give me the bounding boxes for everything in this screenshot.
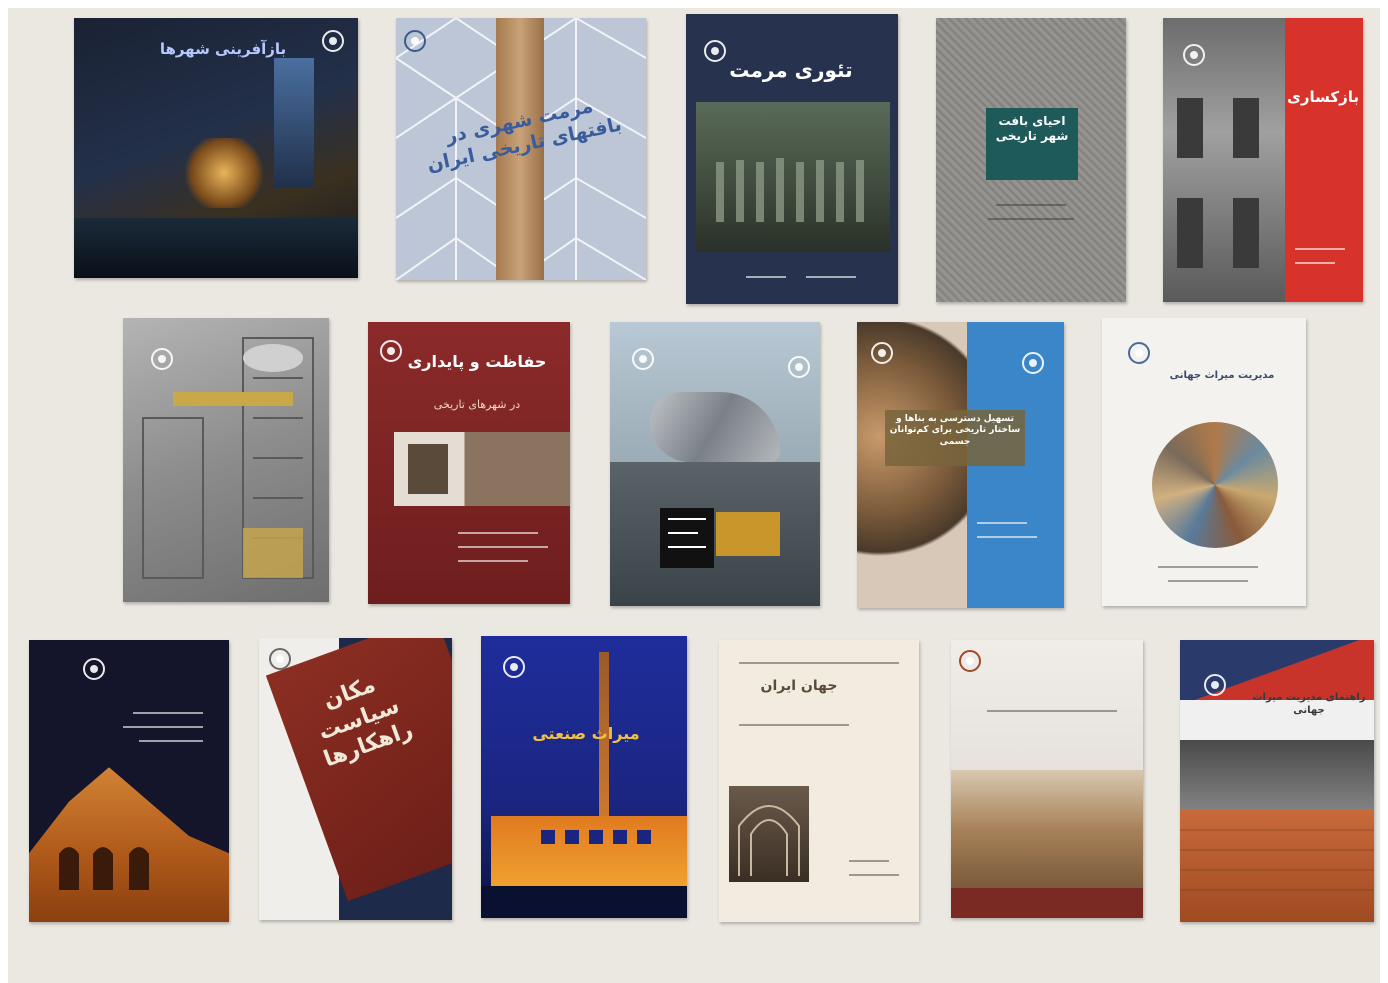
book-title: بازآفرینی شهرها bbox=[159, 40, 287, 58]
book-cover-7: حفاظت و پایداری در شهرهای تاریخی bbox=[368, 322, 570, 604]
tower-image bbox=[274, 58, 314, 188]
book-cover-12: مکان سیاست راهکارها bbox=[259, 638, 452, 920]
book-title: راهنمای مدیریت میراث جهانی bbox=[1252, 692, 1366, 716]
book-cover-13: میراث صنعتی bbox=[481, 636, 687, 918]
author-strip bbox=[243, 528, 303, 578]
book-title: احیای بافت شهر تاریخی bbox=[995, 114, 1069, 143]
title-strip bbox=[173, 392, 293, 406]
university-logo-icon bbox=[380, 340, 402, 362]
night-building-image bbox=[184, 138, 264, 208]
book-cover-3: تئوری مرمت bbox=[686, 14, 898, 304]
university-logo-icon bbox=[269, 648, 291, 670]
arch-windows bbox=[59, 847, 149, 890]
title-block-gold bbox=[716, 512, 780, 556]
bw-wall-image bbox=[1180, 740, 1374, 820]
book-cover-4: احیای بافت شهر تاریخی bbox=[936, 18, 1126, 302]
world-heritage-globe-image bbox=[1152, 422, 1278, 548]
historic-building-image bbox=[1163, 18, 1285, 302]
book-cover-15 bbox=[951, 640, 1143, 918]
book-title: حفاظت و پایداری bbox=[407, 352, 547, 371]
university-logo-icon bbox=[871, 342, 893, 364]
book-cover-11 bbox=[29, 640, 229, 922]
factory-windows bbox=[541, 830, 651, 844]
title-block-dark bbox=[660, 508, 714, 568]
book-cover-16: راهنمای مدیریت میراث جهانی bbox=[1180, 640, 1374, 922]
book-cover-8 bbox=[610, 322, 820, 606]
red-panel: بازکساری bbox=[1285, 18, 1363, 302]
publisher-logo-icon bbox=[1022, 352, 1044, 374]
university-logo-icon bbox=[959, 650, 981, 672]
university-logo-icon bbox=[632, 348, 654, 370]
red-footer-band bbox=[951, 888, 1143, 918]
desert-ruins-image bbox=[951, 770, 1143, 888]
book-cover-10: مدیریت میراث جهانی bbox=[1102, 318, 1306, 606]
arches bbox=[738, 805, 800, 876]
factory-building-image bbox=[491, 816, 687, 886]
book-title: جهان ایران bbox=[760, 678, 838, 694]
book-cover-1: بازآفرینی شهرها bbox=[74, 18, 358, 278]
harbor-image bbox=[74, 218, 358, 278]
stone-relief-image bbox=[696, 102, 890, 252]
fortress-wall-image bbox=[1180, 810, 1374, 922]
university-logo-icon bbox=[1183, 44, 1205, 66]
university-logo-icon bbox=[503, 656, 525, 678]
university-logo-icon bbox=[1128, 342, 1150, 364]
title-panel: تسهیل دسترسی به بناها و ساختار تاریخی بر… bbox=[885, 410, 1025, 466]
arched-corridor-image bbox=[729, 786, 809, 882]
university-logo-icon bbox=[322, 30, 344, 52]
publisher-logo-icon bbox=[788, 356, 810, 378]
university-logo-icon bbox=[1204, 674, 1226, 696]
university-logo-icon bbox=[404, 30, 426, 52]
relief-figures bbox=[716, 158, 864, 222]
university-logo-icon bbox=[151, 348, 173, 370]
book-cover-5: بازکساری bbox=[1163, 18, 1363, 302]
book-subtitle: در شهرهای تاریخی bbox=[433, 398, 521, 411]
book-cover-9: تسهیل دسترسی به بناها و ساختار تاریخی بر… bbox=[857, 322, 1064, 608]
river-image bbox=[610, 462, 820, 606]
book-cover-6 bbox=[123, 318, 329, 602]
university-logo-icon bbox=[83, 658, 105, 680]
book-title: میراث صنعتی bbox=[532, 724, 640, 743]
book-title: تسهیل دسترسی به بناها و ساختار تاریخی بر… bbox=[889, 414, 1021, 447]
wall-bricks bbox=[1180, 829, 1374, 891]
book-collage: بازآفرینی شهرها مرمت شهری در بافتهای تار… bbox=[8, 8, 1380, 983]
architecture-photo bbox=[394, 432, 570, 506]
book-cover-2: مرمت شهری در بافتهای تاریخی ایران bbox=[396, 18, 646, 280]
title-panel: احیای بافت شهر تاریخی bbox=[986, 108, 1078, 180]
book-cover-14: جهان ایران bbox=[719, 640, 919, 922]
building-windows bbox=[1177, 98, 1259, 268]
book-title: تئوری مرمت bbox=[729, 58, 853, 82]
book-title: بازکساری bbox=[1287, 88, 1359, 106]
book-title: مدیریت میراث جهانی bbox=[1169, 370, 1275, 381]
water-reflection bbox=[481, 886, 687, 918]
